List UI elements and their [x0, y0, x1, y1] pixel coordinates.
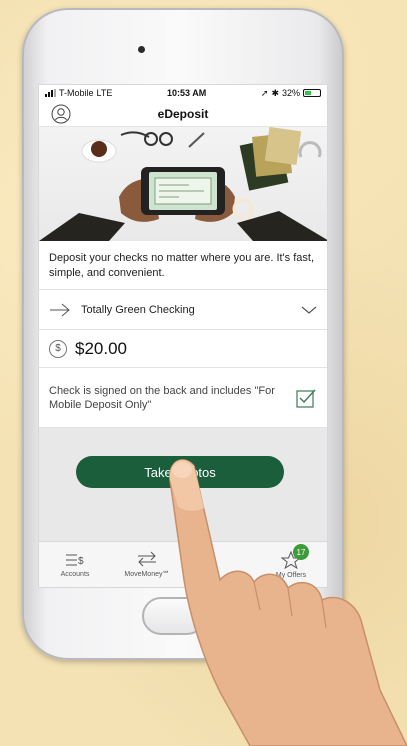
battery-percent: 32%	[281, 88, 300, 98]
endorsement-label: Check is signed on the back and includes…	[49, 384, 275, 411]
tab-my-offers-label: My Offers	[275, 571, 307, 579]
svg-text:$: $	[78, 556, 84, 567]
tab-bar: $ Accounts MoveMoney℠ 17 My Offers	[39, 541, 327, 587]
location-icon: ➚	[260, 87, 269, 98]
home-button[interactable]	[142, 597, 206, 635]
transfer-arrows-icon	[138, 551, 156, 567]
checkbox-checked-icon[interactable]	[295, 387, 317, 409]
amount-value[interactable]: $20.00	[75, 339, 127, 359]
take-photos-button[interactable]: Take Photos	[76, 456, 284, 488]
dollar-icon: $	[49, 339, 67, 358]
chevron-down-icon[interactable]	[301, 305, 317, 315]
status-time: 10:53 AM	[167, 88, 207, 98]
tab-accounts[interactable]: $ Accounts	[39, 542, 111, 587]
offers-badge: 17	[293, 544, 309, 560]
carrier-label: T-Mobile	[59, 88, 94, 98]
network-label: LTE	[96, 88, 113, 98]
signal-icon	[45, 89, 56, 97]
accounts-icon: $	[66, 554, 84, 567]
tab-hidden[interactable]	[183, 542, 255, 587]
hero-illustration	[39, 127, 327, 241]
status-bar: T-Mobile LTE 10:53 AM ➚ ✱ 32%	[39, 85, 327, 101]
bluetooth-icon: ✱	[271, 87, 279, 98]
endorsement-row[interactable]: Check is signed on the back and includes…	[39, 368, 327, 428]
phone-frame: T-Mobile LTE 10:53 AM ➚ ✱ 32% eDeposit D…	[22, 8, 344, 660]
description-text: Deposit your checks no matter where you …	[39, 241, 327, 290]
front-camera	[138, 46, 145, 53]
amount-field[interactable]: $ $20.00	[39, 330, 327, 368]
battery-icon	[303, 89, 321, 97]
tab-movemoney[interactable]: MoveMoney℠	[111, 542, 183, 587]
page-title: eDeposit	[157, 106, 209, 121]
tab-accounts-label: Accounts	[60, 570, 90, 578]
person-icon[interactable]	[51, 104, 71, 124]
hands-phone-illustration	[39, 127, 327, 241]
tab-my-offers[interactable]: 17 My Offers	[255, 542, 327, 587]
tab-movemoney-label: MoveMoney℠	[124, 571, 170, 578]
account-label: Totally Green Checking	[81, 303, 195, 316]
nav-bar: eDeposit	[39, 101, 327, 127]
account-selector[interactable]: Totally Green Checking	[39, 290, 327, 330]
arrow-right-icon	[50, 303, 70, 316]
action-area: Take Photos	[39, 428, 327, 548]
phone-screen: T-Mobile LTE 10:53 AM ➚ ✱ 32% eDeposit D…	[38, 84, 328, 588]
